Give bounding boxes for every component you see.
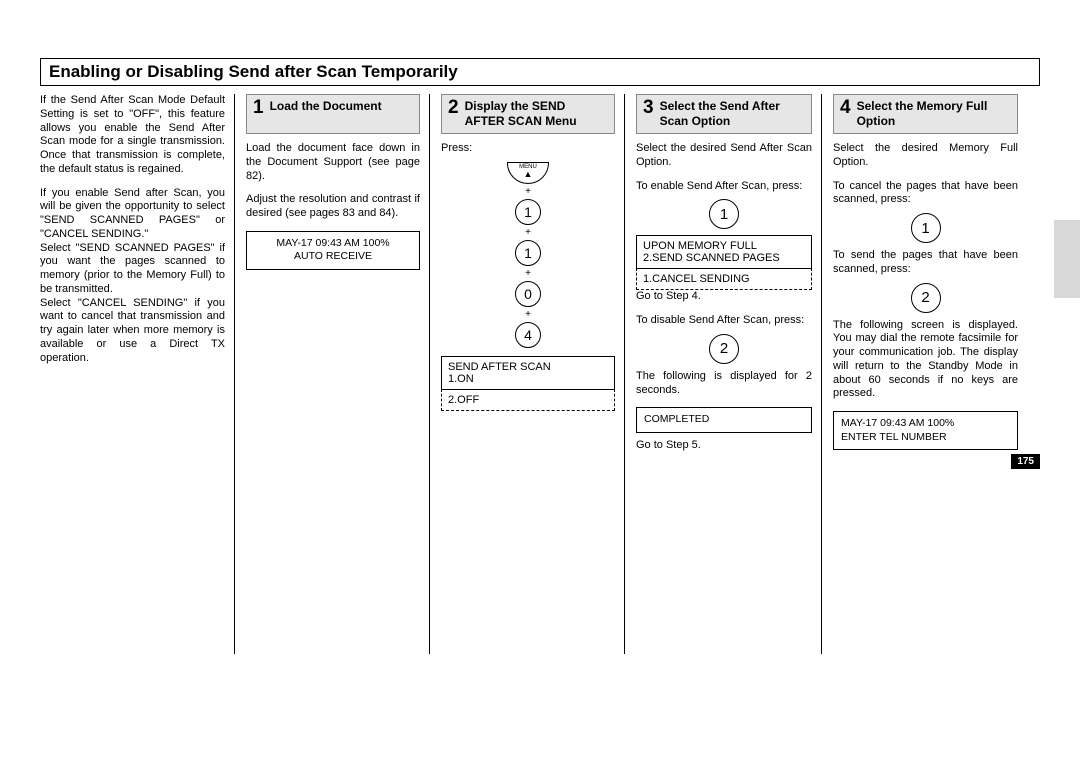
step1-p2: Adjust the resolution and con­trast if d… — [246, 193, 420, 221]
step3-p6: Go to Step 5. — [636, 439, 812, 453]
lcd-line: ENTER TEL NUMBER — [841, 431, 1010, 445]
step2-key-sequence: MENU ▲ + 1 + 1 + 0 + 4 — [441, 162, 615, 348]
digit-key-icon: 2 — [709, 334, 739, 364]
step2-lcd: SEND AFTER SCAN 1.ON 2.OFF — [441, 356, 615, 411]
step1-lcd: MAY-17 09:43 AM 100% AUTO RECEIVE — [246, 231, 420, 270]
column-divider — [234, 94, 235, 654]
lcd-line: AUTO RECEIVE — [254, 250, 412, 264]
step3-lcd2: COMPLETED — [636, 407, 812, 433]
side-tab — [1054, 220, 1080, 298]
lcd-line: 1.CANCEL SENDING — [636, 268, 812, 290]
step3-header: 3 Select the Send After Scan Option — [636, 94, 812, 134]
step4-p3: To send the pages that have been scanned… — [833, 249, 1018, 277]
step3-p2: To enable Send After Scan, press: — [636, 180, 812, 194]
step1-p1: Load the document face down in the Docum… — [246, 142, 420, 183]
lcd-line: SEND AFTER SCAN 1.ON — [441, 356, 615, 390]
step4-number: 4 — [840, 98, 851, 117]
content-columns: If the Send After Scan Mode Default Sett… — [40, 94, 1040, 463]
digit-key-icon: 0 — [515, 281, 541, 307]
step2-column: 2 Display the SEND AFTER SCAN Menu Press… — [429, 94, 624, 463]
digit-key-icon: 1 — [709, 199, 739, 229]
plus-icon: + — [525, 268, 531, 279]
step3-column: 3 Select the Send After Scan Option Sele… — [624, 94, 821, 463]
step4-p2: To cancel the pages that have been scann… — [833, 180, 1018, 208]
digit-key-icon: 2 — [911, 283, 941, 313]
intro-p1: If the Send After Scan Mode Default Sett… — [40, 94, 225, 177]
lcd-line: MAY-17 09:43 AM 100% — [254, 237, 412, 251]
step2-title: Display the SEND AFTER SCAN Menu — [465, 98, 608, 129]
column-divider — [821, 94, 822, 654]
lcd-line: 2.OFF — [441, 389, 615, 411]
step1-title: Load the Document — [270, 98, 382, 114]
plus-icon: + — [525, 186, 531, 197]
step3-p3: Go to Step 4. — [636, 290, 812, 304]
lcd-line: UPON MEMORY FULL 2.SEND SCANNED PAGES — [636, 235, 812, 269]
step3-p5: The following is displayed for 2 seconds… — [636, 370, 812, 398]
step3-number: 3 — [643, 98, 654, 117]
step1-column: 1 Load the Document Load the document fa… — [234, 94, 429, 463]
lcd-line: MAY-17 09:43 AM 100% — [841, 417, 1010, 431]
digit-key-icon: 1 — [911, 213, 941, 243]
step4-header: 4 Select the Memory Full Option — [833, 94, 1018, 134]
digit-key-icon: 1 — [515, 199, 541, 225]
page-title: Enabling or Disabling Send after Scan Te… — [40, 58, 1040, 86]
step1-header: 1 Load the Document — [246, 94, 420, 134]
step4-lcd: MAY-17 09:43 AM 100% ENTER TEL NUMBER — [833, 411, 1018, 450]
step4-title: Select the Memory Full Option — [857, 98, 1011, 129]
step3-p1: Select the desired Send After Scan Optio… — [636, 142, 812, 170]
plus-icon: + — [525, 309, 531, 320]
column-divider — [624, 94, 625, 654]
intro-p4: Select "CANCEL SENDING" if you want to c… — [40, 297, 225, 366]
intro-p3: Select "SEND SCANNED PAG­ES" if you want… — [40, 242, 225, 297]
menu-key-icon: MENU ▲ — [507, 162, 549, 184]
step2-header: 2 Display the SEND AFTER SCAN Menu — [441, 94, 615, 134]
step4-p1: Select the desired Memory Full Option. — [833, 142, 1018, 170]
plus-icon: + — [525, 227, 531, 238]
step1-number: 1 — [253, 98, 264, 117]
step4-p4: The following screen is dis­played. You … — [833, 319, 1018, 402]
step4-column: 4 Select the Memory Full Option Select t… — [821, 94, 1018, 463]
step3-title: Select the Send After Scan Option — [660, 98, 805, 129]
step2-number: 2 — [448, 98, 459, 117]
intro-column: If the Send After Scan Mode Default Sett… — [40, 94, 234, 463]
intro-p2: If you enable Send after Scan, you will … — [40, 187, 225, 242]
column-divider — [429, 94, 430, 654]
digit-key-icon: 4 — [515, 322, 541, 348]
page-number: 175 — [1011, 454, 1040, 469]
step3-lcd: UPON MEMORY FULL 2.SEND SCANNED PAGES 1.… — [636, 235, 812, 290]
up-arrow-icon: ▲ — [524, 170, 533, 179]
step3-p4: To disable Send After Scan, press: — [636, 314, 812, 328]
digit-key-icon: 1 — [515, 240, 541, 266]
step2-press: Press: — [441, 142, 615, 156]
